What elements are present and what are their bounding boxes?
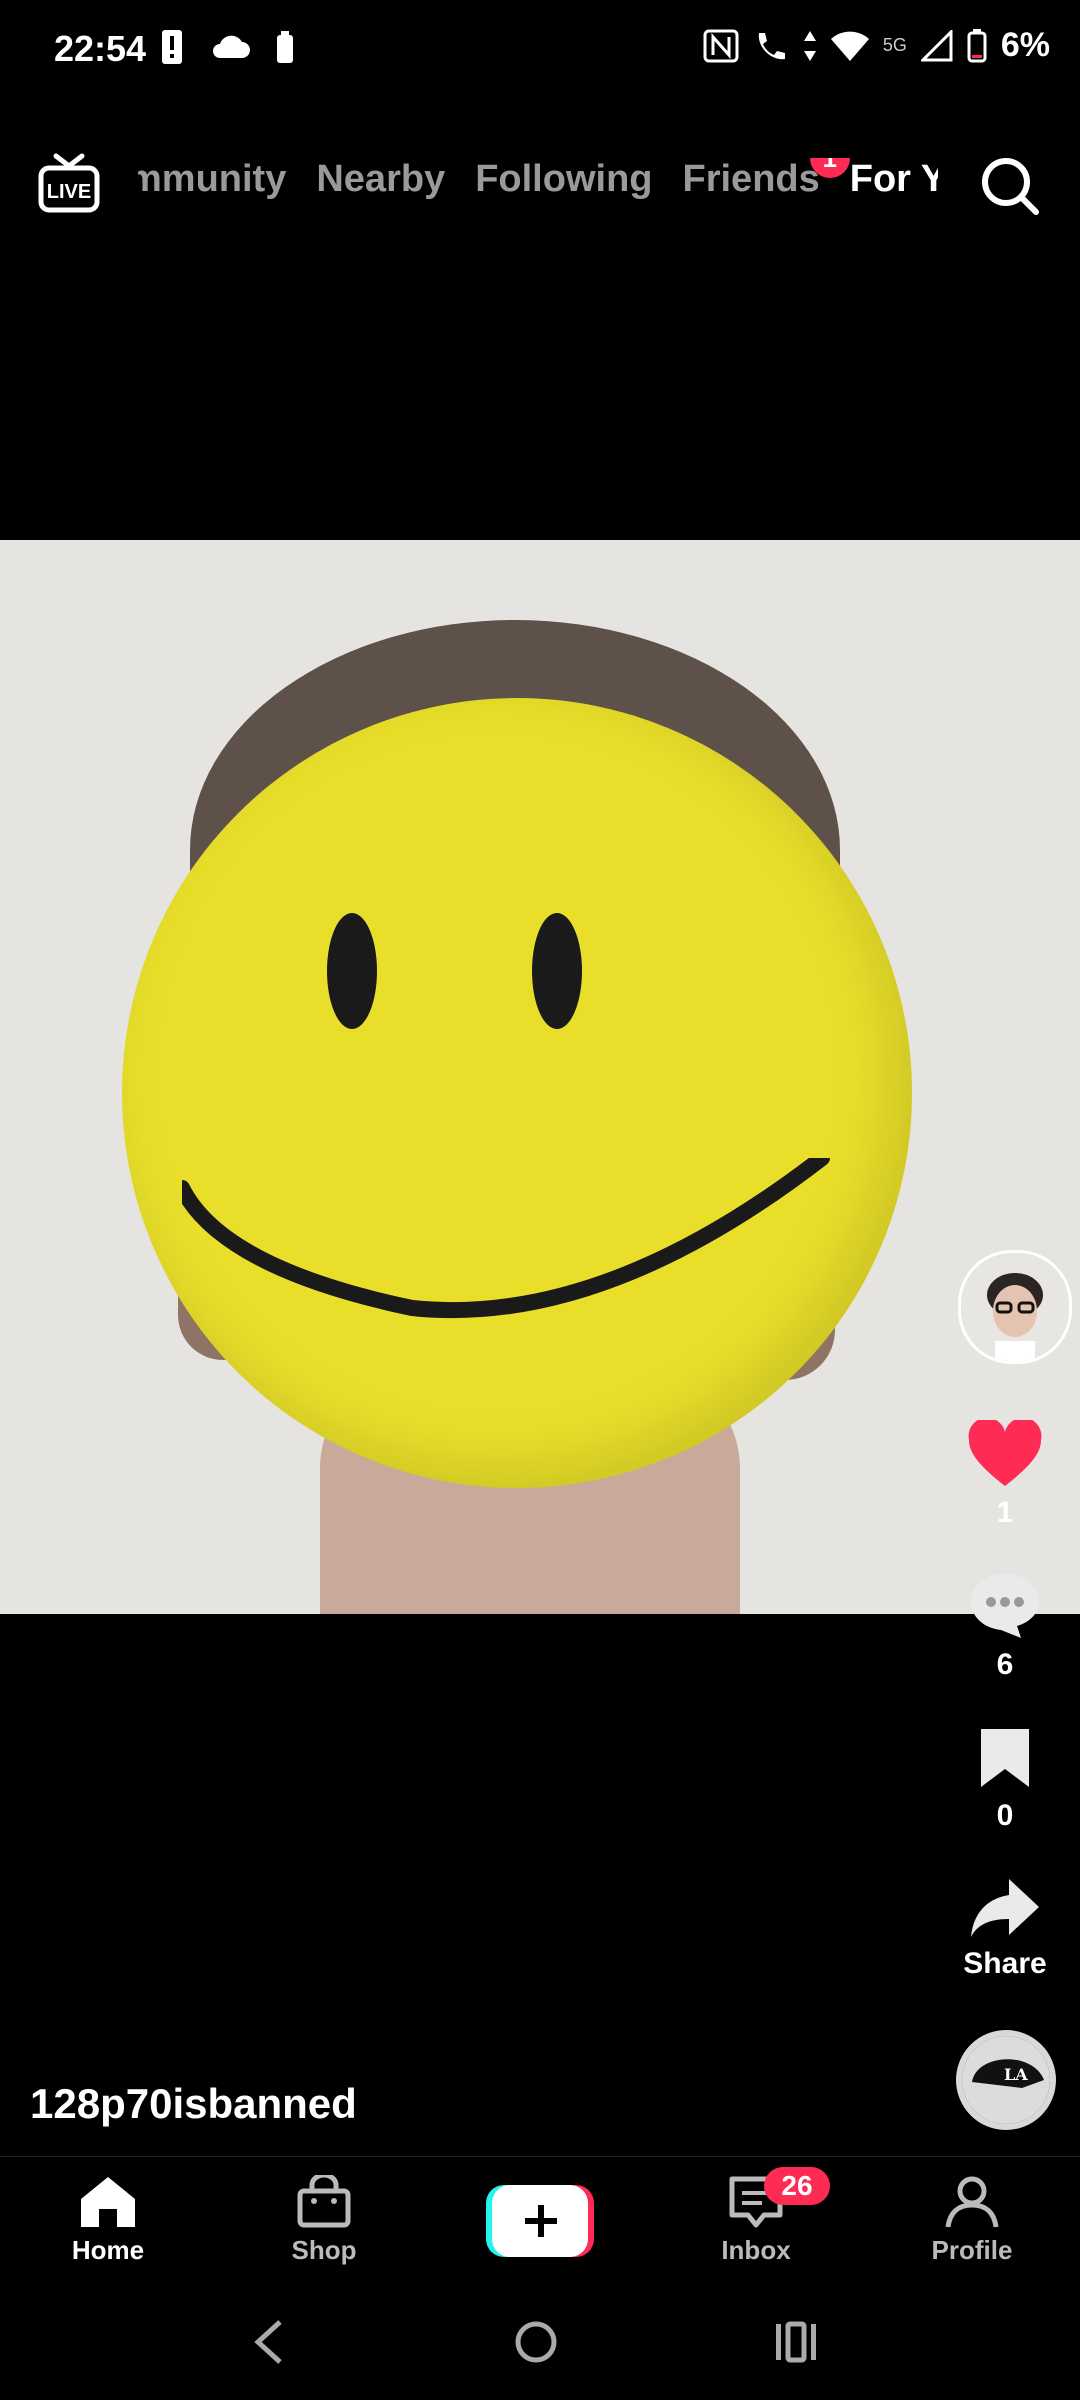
status-bar: 22:54 5G 6% (0, 0, 1080, 110)
heart-icon (968, 1420, 1042, 1486)
nav-home[interactable]: Home (38, 2175, 178, 2266)
like-action[interactable]: 1 (930, 1420, 1080, 1530)
create-button[interactable] (486, 2185, 594, 2257)
tab-for-you[interactable]: For You (850, 158, 938, 201)
favorite-count: 0 (996, 1799, 1014, 1832)
battery-saver-icon (277, 31, 293, 63)
smiley-eye-left (327, 913, 377, 1029)
shopping-bag-icon (297, 2175, 351, 2228)
music-disc[interactable]: LA (956, 2030, 1056, 2130)
avatar-image (961, 1253, 1069, 1361)
tab-following[interactable]: Following (475, 158, 652, 201)
inbox-badge: 26 (764, 2167, 830, 2205)
smiley-face-mask (122, 698, 912, 1488)
wifi-calling-icon (758, 32, 785, 59)
status-time: 22:54 (54, 28, 147, 69)
bottom-nav: Home Shop Inbox 26 Profile (0, 2156, 1080, 2291)
live-tv-icon: LIVE (38, 153, 100, 213)
nav-inbox[interactable]: Inbox 26 (686, 2167, 830, 2266)
nav-inbox-label: Inbox (721, 2235, 791, 2265)
nav-shop-label: Shop (291, 2235, 357, 2265)
back-icon[interactable] (252, 2318, 286, 2366)
tab-for-you-label: For You (849, 158, 938, 200)
plus-icon (486, 2185, 594, 2257)
recents-icon[interactable] (772, 2318, 820, 2366)
search-button[interactable] (978, 154, 1042, 218)
svg-text:LIVE: LIVE (47, 181, 91, 203)
profile-icon (945, 2176, 999, 2228)
cloud-icon (213, 35, 250, 58)
nav-profile-label: Profile (931, 2235, 1013, 2265)
creator-avatar[interactable] (958, 1250, 1072, 1364)
home-circle-icon[interactable] (512, 2318, 560, 2366)
signal-icon (920, 29, 953, 61)
battery-percent: 6% (1000, 26, 1050, 64)
tab-friends[interactable]: Friends 1 (682, 158, 850, 201)
nav-home-label: Home (71, 2235, 145, 2265)
smiley-eye-right (532, 913, 582, 1029)
data-arrows-icon (803, 30, 816, 61)
like-count: 1 (996, 1496, 1014, 1529)
top-nav: LIVE mmunity Nearby Following Friends 1 … (0, 140, 1080, 250)
wifi-icon (830, 31, 869, 61)
home-icon (81, 2177, 135, 2227)
tab-friends-label: Friends (682, 158, 820, 200)
nav-profile[interactable]: Profile (902, 2175, 1042, 2266)
comment-icon (971, 1574, 1039, 1638)
live-button[interactable]: LIVE (38, 152, 100, 214)
share-label: Share (963, 1947, 1047, 1980)
bookmark-icon (981, 1729, 1029, 1787)
tab-community[interactable]: mmunity (138, 158, 286, 201)
svg-text:LA: LA (1004, 2065, 1028, 2084)
comment-count: 6 (996, 1648, 1014, 1681)
comment-action[interactable]: 6 (930, 1570, 1080, 1682)
music-disc-image: LA (962, 2036, 1050, 2124)
battery-icon (967, 28, 987, 62)
nav-shop[interactable]: Shop (254, 2175, 394, 2266)
favorite-action[interactable]: 0 (930, 1725, 1080, 1833)
network-label: 5G (882, 35, 907, 55)
smiley-mouth (182, 1158, 830, 1319)
alert-icon (162, 30, 182, 64)
nfc-icon (703, 29, 739, 62)
share-action[interactable]: Share (930, 1875, 1080, 1981)
share-icon (971, 1879, 1039, 1937)
post-username[interactable]: 128p70isbanned (30, 2080, 357, 2128)
video-player[interactable] (0, 540, 1080, 1614)
search-icon (982, 158, 1039, 215)
tab-nearby[interactable]: Nearby (316, 158, 445, 201)
feed-tabs: mmunity Nearby Following Friends 1 For Y… (138, 158, 938, 228)
system-nav-bar (0, 2290, 1080, 2400)
